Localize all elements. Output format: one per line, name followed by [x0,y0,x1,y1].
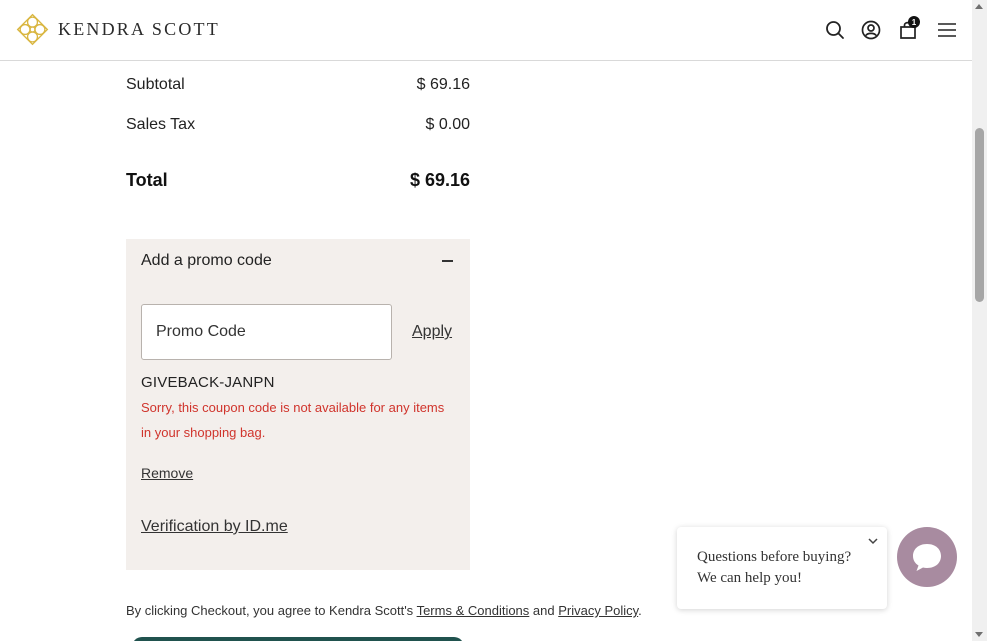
account-icon[interactable] [859,18,883,42]
subtotal-row: Subtotal $ 69.16 [126,76,470,94]
total-value: $ 69.16 [409,170,470,190]
checkout-button[interactable] [132,637,464,641]
idme-verification-link[interactable]: Verification by ID.me [141,518,288,536]
brand-name: KENDRA SCOTT [58,19,220,39]
sales-tax-row: Sales Tax $ 0.00 [126,116,470,134]
promo-code-input[interactable] [141,304,392,360]
menu-icon[interactable] [935,18,959,42]
promo-code-panel: Add a promo code Apply GIVEBACK-JANPN So… [126,239,470,570]
terms-middle: and [529,603,559,618]
chat-bubble-icon [913,544,941,571]
promo-code-toggle[interactable]: Add a promo code [141,252,455,270]
scroll-up-arrow-icon[interactable] [975,4,983,9]
terms-conditions-link[interactable]: Terms & Conditions [417,603,530,618]
chat-prompt-bubble[interactable]: Questions before buying? We can help you… [677,527,887,609]
cart-count-badge: 1 [908,16,920,28]
terms-prefix: By clicking Checkout, you agree to Kendr… [126,603,417,618]
logo-icon [16,13,49,46]
scroll-down-arrow-icon[interactable] [975,632,983,637]
page-scrollbar[interactable] [972,0,987,641]
search-icon[interactable] [823,18,847,42]
brand-logo[interactable]: KENDRA SCOTT [16,13,220,46]
subtotal-label: Subtotal [126,76,185,93]
subtotal-value: $ 69.16 [416,76,470,93]
chat-prompt-line1: Questions before buying? [697,549,852,565]
sales-tax-label: Sales Tax [126,116,196,133]
scrollbar-thumb[interactable] [975,128,984,302]
apply-button[interactable]: Apply [412,323,452,341]
chat-prompt-text: Questions before buying? We can help you… [697,547,851,589]
checkout-terms: By clicking Checkout, you agree to Kendr… [126,603,642,618]
site-header: KENDRA SCOTT 1 [0,0,972,61]
cart-icon[interactable]: 1 [896,16,920,42]
collapse-minus-icon [442,260,453,262]
chat-launcher-button[interactable] [897,527,957,587]
applied-promo-code: GIVEBACK-JANPN [141,374,275,391]
terms-suffix: . [638,603,642,618]
chat-prompt-line2: We can help you! [697,570,802,586]
promo-code-heading: Add a promo code [141,252,272,269]
remove-promo-link[interactable]: Remove [141,465,193,481]
total-label: Total [126,170,168,190]
total-row: Total $ 69.16 [126,170,470,191]
privacy-policy-link[interactable]: Privacy Policy [558,603,638,618]
chevron-down-icon[interactable] [867,535,879,547]
promo-error-message: Sorry, this coupon code is not available… [141,400,445,440]
sales-tax-value: $ 0.00 [425,116,470,133]
